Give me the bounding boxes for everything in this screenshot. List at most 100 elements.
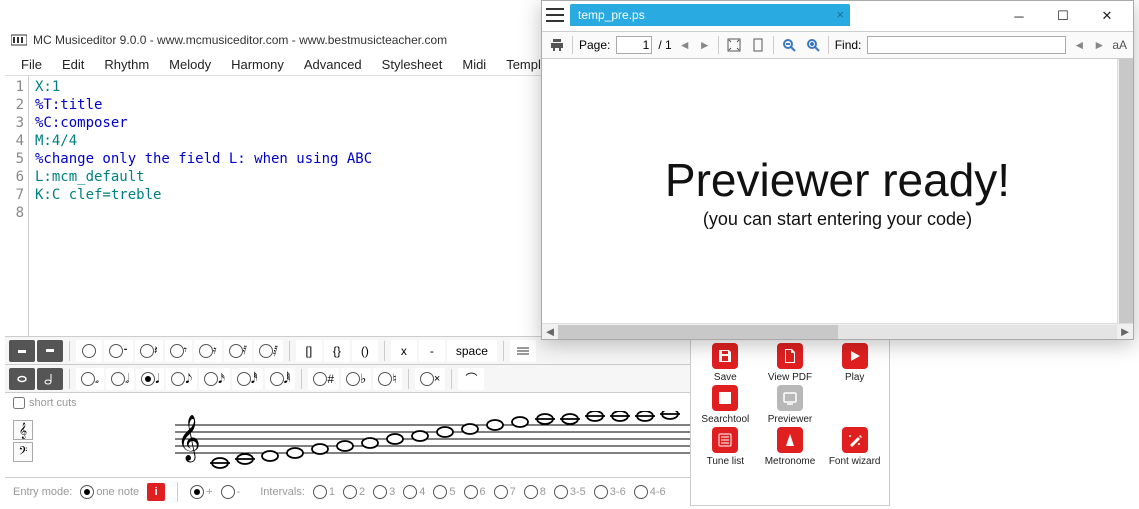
page-prev-icon[interactable]: ◄ xyxy=(678,38,692,52)
list-icon xyxy=(712,427,738,453)
side-panel: Save View PDF Play Searchtool Previewer … xyxy=(690,336,890,506)
maximize-button[interactable]: ☐ xyxy=(1041,2,1085,30)
note-whole-btn[interactable] xyxy=(9,368,35,390)
note-opt-5[interactable]: 𝅘𝅥𝅯 xyxy=(199,368,230,390)
flat-1-btn[interactable]: ♭ xyxy=(341,368,371,390)
note-opt-7[interactable]: 𝅘𝅥𝅱 xyxy=(265,368,296,390)
metronome-button[interactable]: Metronome xyxy=(760,427,821,467)
interval-36[interactable]: 3-6 xyxy=(594,485,626,499)
rest-whole-btn[interactable] xyxy=(9,340,35,362)
rest-opt-5[interactable]: 𝄿 xyxy=(194,340,222,362)
menu-midi[interactable]: Midi xyxy=(452,55,496,74)
menu-file[interactable]: File xyxy=(11,55,52,74)
preview-toolbar: Page: / 1 ◄ ► Find: ◄ ► aA xyxy=(542,31,1133,59)
lines-btn[interactable] xyxy=(510,340,536,362)
fit-page-icon[interactable] xyxy=(725,36,743,54)
find-next-icon[interactable]: ► xyxy=(1092,38,1106,52)
case-toggle[interactable]: aA xyxy=(1112,38,1127,52)
intervals-label: Intervals: xyxy=(260,486,305,498)
clef-bass-btn[interactable]: 𝄢 xyxy=(13,442,33,462)
clef-treble-btn[interactable]: 𝄞 xyxy=(13,420,33,440)
interval-4[interactable]: 4 xyxy=(403,485,425,499)
rest-opt-2[interactable]: ⁃ xyxy=(104,340,133,362)
entry-info-icon[interactable]: i xyxy=(147,483,165,501)
shortcuts-label: short cuts xyxy=(29,397,77,409)
sharp-btn[interactable]: # xyxy=(308,368,339,390)
rest-opt-3[interactable]: 𝄽 xyxy=(135,340,163,362)
menu-stylesheet[interactable]: Stylesheet xyxy=(372,55,453,74)
shortcuts-checkbox[interactable] xyxy=(13,397,25,409)
scrollbar-vertical[interactable] xyxy=(1117,59,1133,323)
preview-window: temp_pre.ps × ─ ☐ ✕ Page: / 1 ◄ ► Find: … xyxy=(541,0,1134,340)
close-button[interactable]: ✕ xyxy=(1085,2,1129,30)
window-title: MC Musiceditor 9.0.0 - www.mcmusiceditor… xyxy=(33,33,447,47)
preview-tab[interactable]: temp_pre.ps × xyxy=(570,4,850,26)
interval-35[interactable]: 3-5 xyxy=(554,485,586,499)
view-pdf-button[interactable]: View PDF xyxy=(760,343,821,383)
menu-advanced[interactable]: Advanced xyxy=(294,55,372,74)
search-icon xyxy=(712,385,738,411)
menu-melody[interactable]: Melody xyxy=(159,55,221,74)
bracket-paren-btn[interactable]: () xyxy=(352,340,378,362)
rest-half-btn[interactable] xyxy=(37,340,63,362)
note-opt-4[interactable]: 𝅘𝅥𝅮 xyxy=(166,368,197,390)
preview-icon xyxy=(777,385,803,411)
interval-6[interactable]: 6 xyxy=(464,485,486,499)
metronome-icon xyxy=(777,427,803,453)
preview-heading: Previewer ready! xyxy=(665,153,1010,207)
hamburger-icon[interactable] xyxy=(546,8,564,22)
find-prev-icon[interactable]: ◄ xyxy=(1072,38,1086,52)
svg-text:𝄞: 𝄞 xyxy=(177,415,201,463)
rest-opt-7[interactable]: 𝅁 xyxy=(254,340,283,362)
note-opt-6[interactable]: 𝅘𝅥𝅰 xyxy=(232,368,263,390)
minimize-button[interactable]: ─ xyxy=(997,2,1041,30)
scrollbar-horizontal[interactable]: ◄ ► xyxy=(542,323,1133,339)
interval-46[interactable]: 4-6 xyxy=(634,485,666,499)
note-opt-2[interactable]: 𝅗𝅥 xyxy=(106,368,134,390)
note-x-btn[interactable]: × xyxy=(415,368,445,390)
note-half-btn[interactable] xyxy=(37,368,63,390)
rest-opt-4[interactable]: 𝄾 xyxy=(165,340,192,362)
find-input[interactable] xyxy=(867,36,1066,54)
save-icon xyxy=(712,343,738,369)
entry-mode-label: Entry mode: xyxy=(13,486,72,498)
interval-7[interactable]: 7 xyxy=(494,485,516,499)
tie-btn[interactable]: ⌒ xyxy=(458,368,484,390)
font-wizard-button[interactable]: Font wizard xyxy=(824,427,885,467)
print-icon[interactable] xyxy=(548,36,566,54)
dash-btn[interactable]: - xyxy=(419,340,445,362)
zoom-out-icon[interactable] xyxy=(780,36,798,54)
x-btn[interactable]: x xyxy=(391,340,417,362)
menu-edit[interactable]: Edit xyxy=(52,55,94,74)
space-btn[interactable]: space xyxy=(447,340,497,362)
interval-3[interactable]: 3 xyxy=(373,485,395,499)
interval-1[interactable]: 1 xyxy=(313,485,335,499)
preview-titlebar: temp_pre.ps × ─ ☐ ✕ xyxy=(542,1,1133,31)
rest-opt-1[interactable] xyxy=(76,340,102,362)
bracket-curl-btn[interactable]: {} xyxy=(324,340,350,362)
page-next-icon[interactable]: ► xyxy=(698,38,712,52)
searchtool-button[interactable]: Searchtool xyxy=(695,385,756,425)
bracket-sq-btn[interactable]: [] xyxy=(296,340,322,362)
menu-harmony[interactable]: Harmony xyxy=(221,55,294,74)
note-opt-3[interactable]: 𝅘𝅥 xyxy=(136,368,164,390)
line-gutter: 1 2 3 4 5 6 7 8 xyxy=(5,76,29,336)
menu-rhythm[interactable]: Rhythm xyxy=(94,55,159,74)
zoom-in-icon[interactable] xyxy=(804,36,822,54)
rest-opt-6[interactable]: 𝅀 xyxy=(224,340,252,362)
page-number-input[interactable] xyxy=(616,36,652,54)
note-opt-1[interactable]: 𝅗 xyxy=(76,368,104,390)
fit-width-icon[interactable] xyxy=(749,36,767,54)
interval-5[interactable]: 5 xyxy=(433,485,455,499)
find-label: Find: xyxy=(835,38,862,52)
flat-2-btn[interactable]: ♮ xyxy=(373,368,402,390)
entry-plus[interactable]: + xyxy=(190,485,212,499)
play-button[interactable]: Play xyxy=(824,343,885,383)
tab-close-icon[interactable]: × xyxy=(836,7,844,22)
tune-list-button[interactable]: Tune list xyxy=(695,427,756,467)
previewer-button[interactable]: Previewer xyxy=(760,385,821,425)
interval-8[interactable]: 8 xyxy=(524,485,546,499)
save-button[interactable]: Save xyxy=(695,343,756,383)
interval-2[interactable]: 2 xyxy=(343,485,365,499)
entry-minus[interactable]: - xyxy=(221,485,241,499)
